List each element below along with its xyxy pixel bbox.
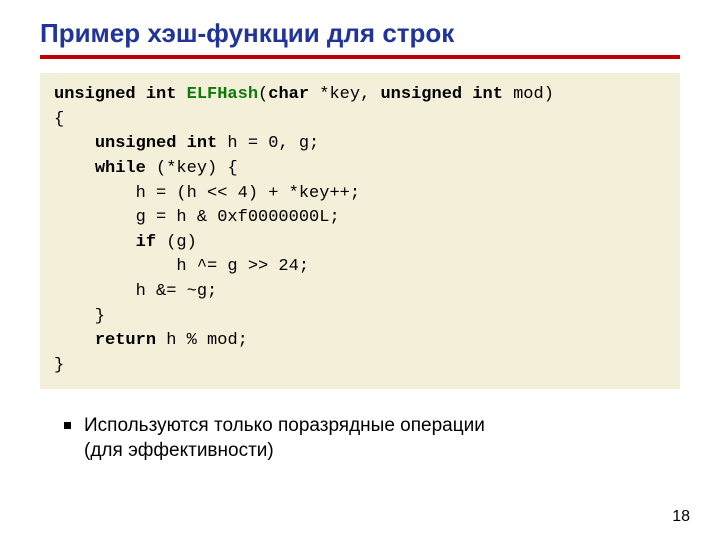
code-text <box>54 233 136 252</box>
code-text: g = h & 0xf0000000L; <box>54 208 340 227</box>
code-text: (g) <box>156 233 197 252</box>
code-text: { <box>54 110 64 129</box>
page-number: 18 <box>672 508 690 526</box>
slide-title: Пример хэш-функции для строк <box>40 18 680 49</box>
bullet-text: (для эффективности) <box>84 440 274 461</box>
code-text: (*key) { <box>146 159 238 178</box>
code-text: mod) <box>503 85 554 104</box>
code-kw: char <box>268 85 309 104</box>
code-kw: while <box>95 159 146 178</box>
code-text: h = 0, g; <box>217 134 319 153</box>
code-kw: if <box>136 233 156 252</box>
list-item: Используются только поразрядные операции… <box>64 413 680 464</box>
code-text: ( <box>258 85 268 104</box>
code-kw: unsigned int <box>54 85 187 104</box>
code-text: } <box>54 356 64 375</box>
bullet-text: Используются только поразрядные операции <box>84 415 485 436</box>
code-text: h ^= g >> 24; <box>54 257 309 276</box>
code-text: h = (h << 4) + *key++; <box>54 184 360 203</box>
code-text: h % mod; <box>156 331 248 350</box>
title-underline <box>40 55 680 59</box>
bullet-list: Используются только поразрядные операции… <box>64 413 680 464</box>
code-kw: unsigned int <box>95 134 217 153</box>
code-text <box>54 159 95 178</box>
code-kw: return <box>95 331 156 350</box>
code-text: h &= ~g; <box>54 282 217 301</box>
code-text: } <box>54 307 105 326</box>
code-text <box>54 331 95 350</box>
code-block: unsigned int ELFHash(char *key, unsigned… <box>40 73 680 389</box>
code-text <box>54 134 95 153</box>
code-fn: ELFHash <box>187 85 258 104</box>
code-kw: unsigned int <box>380 85 502 104</box>
code-text: *key, <box>309 85 380 104</box>
